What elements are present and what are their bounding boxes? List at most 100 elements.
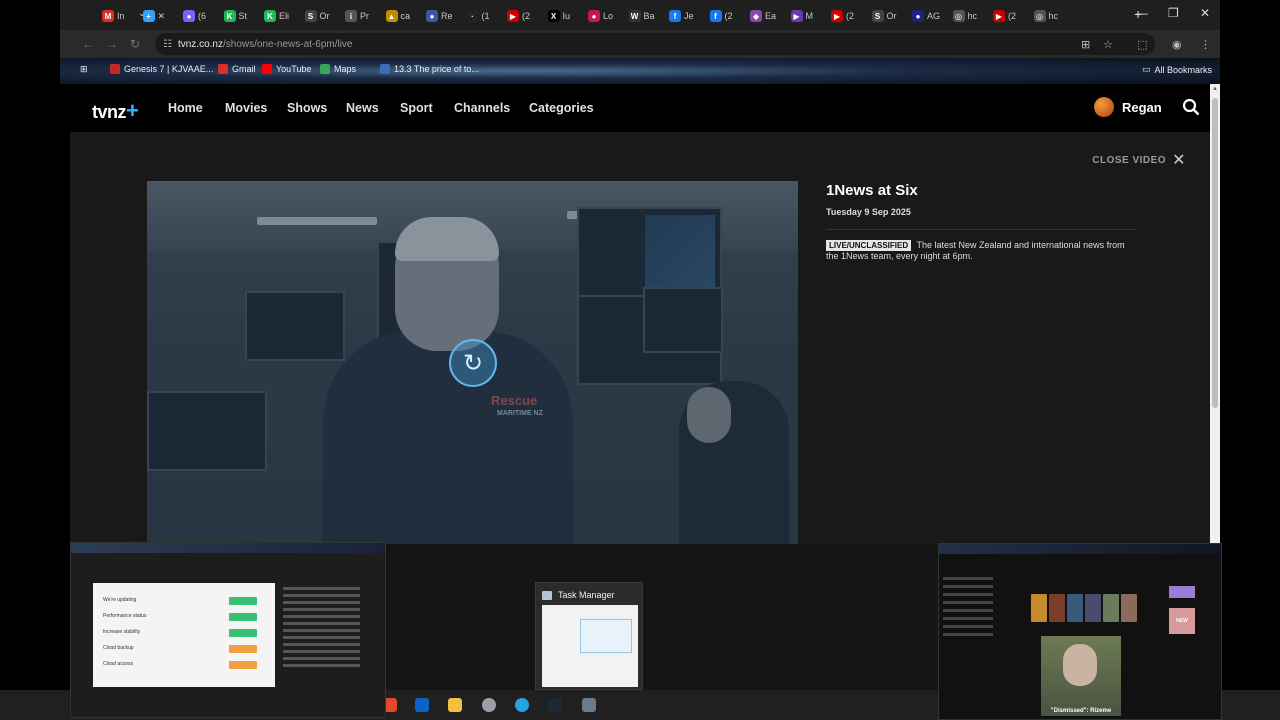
nav-channels[interactable]: Channels	[454, 101, 510, 115]
tvnz-logo[interactable]: tvnz+	[92, 98, 139, 124]
browser-tab[interactable]: + ✕	[142, 6, 165, 26]
browser-tab[interactable]: ◎ hc	[952, 6, 977, 26]
close-icon: ✕	[1172, 152, 1186, 169]
plus-icon: +	[126, 98, 139, 123]
forward-icon[interactable]: →	[106, 37, 118, 51]
nav-movies[interactable]: Movies	[225, 101, 267, 115]
avatar	[1094, 97, 1114, 117]
browser-tab[interactable]: i Pr	[345, 6, 369, 26]
tab-label: Or	[319, 11, 330, 21]
browser-tab[interactable]: ● Re	[426, 6, 453, 26]
browser-tab[interactable]: K Eli	[264, 6, 289, 26]
window-preview-right[interactable]: NEW "Dismissed": Rizeme	[938, 543, 1222, 720]
tab-favicon-icon: f	[669, 10, 681, 22]
browser-tab[interactable]: ◆ Ea	[750, 6, 776, 26]
scrollbar-thumb[interactable]	[1212, 98, 1218, 408]
browser-tab[interactable]: X Iu	[547, 6, 570, 26]
bookmark-item[interactable]: YouTube	[262, 64, 311, 74]
address-bar[interactable]: ☷ tvnz.co.nz/shows/one-news-at-6pm/live	[155, 33, 1155, 55]
video-player[interactable]: Rescue MARITIME NZ ↻	[147, 181, 798, 547]
bookmark-star-icon[interactable]: ☆	[1103, 38, 1113, 51]
show-info: 1News at Six Tuesday 9 Sep 2025 LIVE/UNC…	[826, 182, 1136, 262]
steam-icon[interactable]	[548, 698, 562, 712]
task-manager-icon[interactable]	[582, 698, 596, 712]
tab-favicon-icon: ●	[183, 10, 195, 22]
telegram-icon[interactable]	[515, 698, 529, 712]
window-preview-left[interactable]: We're updating Performance status Increase…	[70, 542, 386, 718]
browser-tab[interactable]: f Je	[669, 6, 694, 26]
outlook-app-icon[interactable]	[415, 698, 429, 712]
restore-icon[interactable]: ❐	[1168, 6, 1179, 20]
tab-favicon-icon: K	[264, 10, 276, 22]
file-explorer-icon[interactable]	[448, 698, 462, 712]
bookmark-label: Gmail	[232, 64, 256, 74]
preview-photo: "Dismissed": Rizeme	[1041, 636, 1121, 716]
menu-kebab-icon[interactable]: ⋮	[1200, 38, 1211, 51]
site-info-icon[interactable]: ☷	[163, 39, 172, 50]
extensions-icon[interactable]: ⬚	[1137, 38, 1147, 51]
bookmark-item[interactable]: Gmail	[218, 64, 256, 74]
browser-tab[interactable]: S Or	[304, 6, 330, 26]
status-pill	[229, 645, 257, 653]
tab-label: Pr	[360, 11, 369, 21]
promo-tile	[1169, 586, 1195, 598]
browser-tab[interactable]: W Ba	[628, 6, 655, 26]
close-video-button[interactable]: CLOSE VIDEO ✕	[1092, 150, 1186, 170]
browser-tab[interactable]: ▲ ca	[385, 6, 410, 26]
page-scrollbar[interactable]: ▲	[1210, 84, 1220, 544]
browser-tab[interactable]: ▶ (2	[507, 6, 530, 26]
browser-tab[interactable]: ▶ (2	[993, 6, 1016, 26]
tab-favicon-icon: W	[628, 10, 641, 22]
task-manager-preview[interactable]: Task Manager	[535, 582, 643, 690]
browser-tab[interactable]: M In	[102, 6, 125, 26]
close-window-icon[interactable]: ✕	[1200, 6, 1210, 20]
poster	[1067, 594, 1083, 622]
nav-news[interactable]: News	[346, 101, 379, 115]
browser-tab[interactable]: K St	[223, 6, 247, 26]
browser-tab[interactable]: ● AG	[912, 6, 940, 26]
bookmark-item[interactable]: 13.3 The price of to...	[380, 64, 479, 74]
browser-tab[interactable]: ▶ (2	[831, 6, 854, 26]
bookmark-item[interactable]: Maps	[320, 64, 356, 74]
browser-tab[interactable]: ▶ M	[790, 6, 813, 26]
video-panel: CLOSE VIDEO ✕ Rescue MARITIME NZ ↻ 1News…	[70, 132, 1210, 547]
install-app-icon[interactable]: ⊞	[1081, 38, 1090, 51]
browser-tab[interactable]: f (2	[709, 6, 733, 26]
tab-favicon-icon: i	[345, 10, 357, 22]
browser-tab[interactable]: S Or	[871, 6, 897, 26]
scroll-up-icon[interactable]: ▲	[1212, 86, 1218, 92]
bookmark-label: YouTube	[276, 64, 312, 74]
search-icon[interactable]	[1182, 98, 1200, 116]
bookmark-item[interactable]: Genesis 7 | KJVAAE...	[110, 64, 213, 74]
nav-categories[interactable]: Categories	[529, 101, 594, 115]
bookmark-label: 13.3 The price of to...	[394, 64, 479, 74]
tab-favicon-icon: ◎	[1033, 10, 1046, 22]
nav-sport[interactable]: Sport	[400, 101, 433, 115]
preview-row: We're updating	[103, 597, 263, 605]
browser-tab[interactable]: · (1	[466, 6, 490, 26]
nav-shows[interactable]: Shows	[287, 101, 327, 115]
preview-face	[1063, 644, 1097, 686]
tab-favicon-icon: K	[223, 10, 236, 22]
back-icon[interactable]: ←	[82, 37, 94, 51]
browser-toolbar: ← → ↻ ☷ tvnz.co.nz/shows/one-news-at-6pm…	[60, 30, 1220, 58]
tab-label: Je	[684, 11, 694, 21]
browser-tab[interactable]: ● (6	[183, 6, 206, 26]
status-pill	[229, 661, 257, 669]
nav-home[interactable]: Home	[168, 101, 203, 115]
status-pill	[229, 613, 257, 621]
profile-icon[interactable]: ◉	[1172, 38, 1182, 51]
minimize-icon[interactable]: —	[1136, 6, 1148, 20]
apps-grid-icon[interactable]: ⊞	[80, 64, 88, 75]
browser-tab[interactable]: ◎ hc	[1033, 6, 1058, 26]
tab-favicon-icon: ●	[426, 10, 438, 22]
tab-favicon-icon: M	[102, 10, 114, 22]
app-icon[interactable]	[482, 698, 496, 712]
reload-icon[interactable]: ↻	[130, 37, 140, 51]
all-bookmarks[interactable]: ▭ All Bookmarks	[1142, 64, 1212, 75]
tab-label: (2	[846, 11, 855, 21]
browser-tab[interactable]: ● Lo	[588, 6, 613, 26]
user-menu[interactable]: Regan	[1094, 97, 1162, 117]
site-header: tvnz+ Home Movies Shows News Sport Chann…	[60, 84, 1210, 132]
tab-favicon-icon: ▶	[790, 10, 803, 22]
